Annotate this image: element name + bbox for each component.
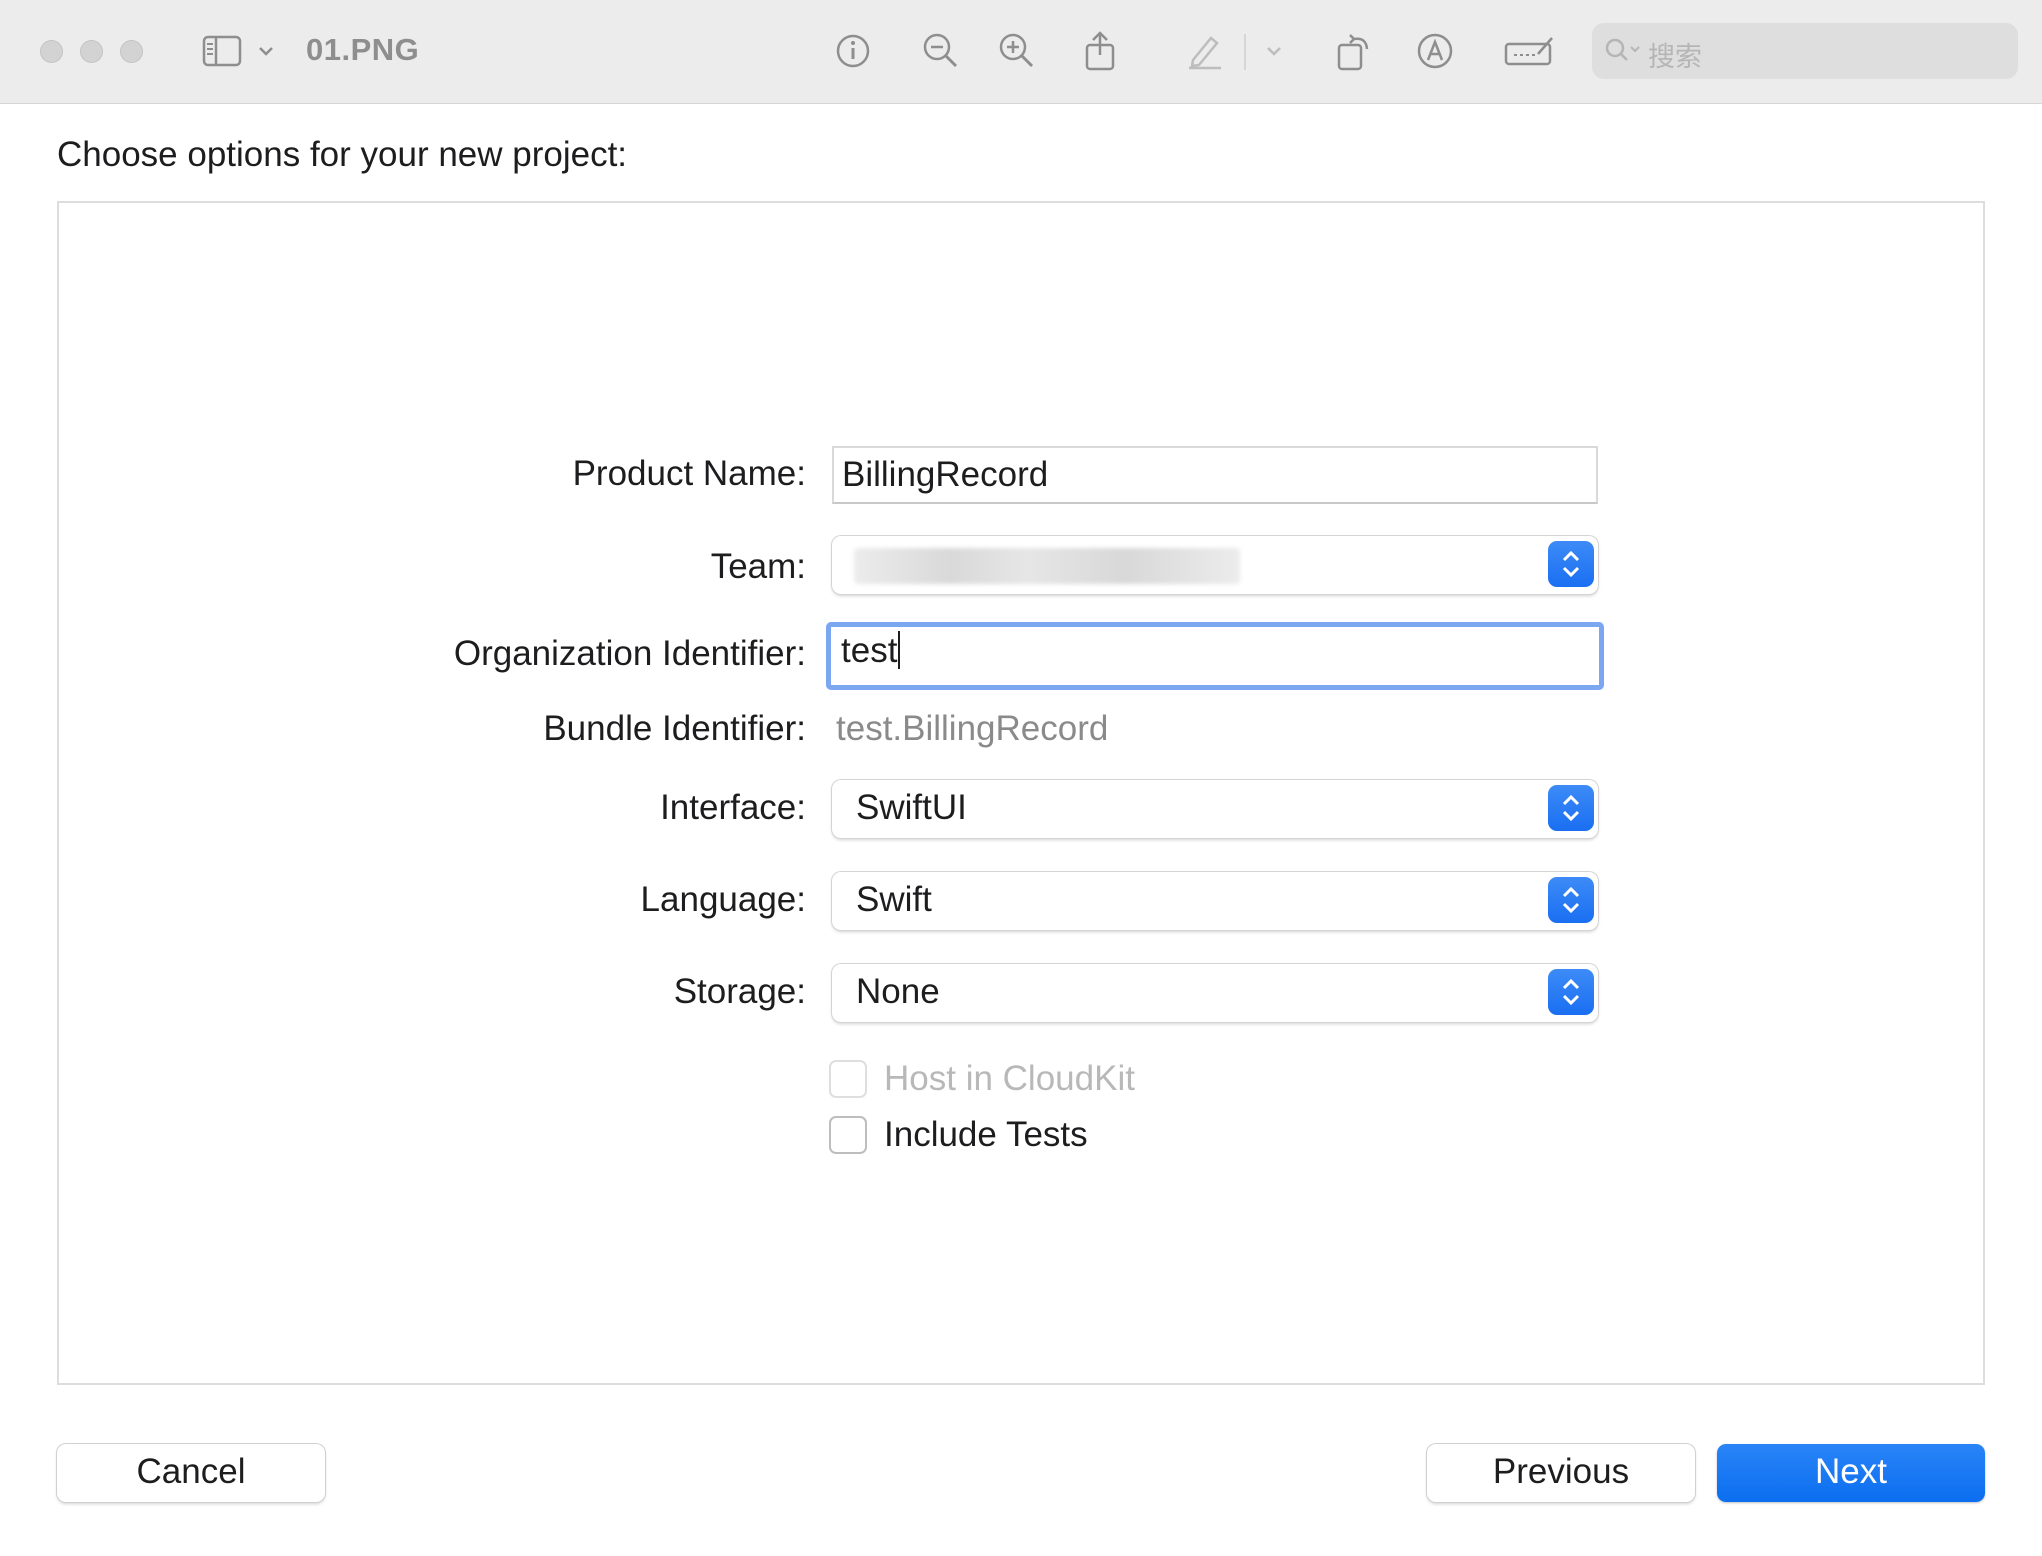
team-stepper-icon [1548, 541, 1594, 587]
markup-options-chevron-icon[interactable] [1262, 28, 1286, 74]
close-window-button[interactable] [40, 40, 63, 63]
language-popup[interactable]: Swift [832, 872, 1598, 930]
storage-label: Storage: [673, 972, 806, 1011]
next-button[interactable]: Next [1717, 1444, 1985, 1502]
interface-label: Interface: [660, 788, 806, 827]
interface-value: SwiftUI [856, 788, 967, 827]
team-popup[interactable] [832, 536, 1598, 594]
host-in-cloudkit-checkbox[interactable] [829, 1060, 867, 1098]
organization-identifier-value: test [841, 631, 898, 670]
previous-button[interactable]: Previous [1427, 1444, 1695, 1502]
page-title: Choose options for your new project: [57, 135, 628, 174]
language-label: Language: [640, 880, 806, 919]
toolbar-divider [1244, 34, 1246, 70]
search-icon [1604, 37, 1644, 72]
storage-stepper-icon [1548, 969, 1594, 1015]
include-tests-checkbox[interactable] [829, 1116, 867, 1154]
team-label: Team: [710, 547, 806, 586]
search-field[interactable]: 搜索 [1592, 23, 2018, 79]
text-caret [898, 630, 901, 669]
host-in-cloudkit-label: Host in CloudKit [884, 1059, 1135, 1098]
minimize-window-button[interactable] [80, 40, 103, 63]
search-placeholder: 搜索 [1648, 42, 1702, 72]
storage-value: None [856, 972, 940, 1011]
cancel-button[interactable]: Cancel [57, 1444, 325, 1502]
bundle-identifier-value: test.BillingRecord [836, 709, 1109, 748]
zoom-in-icon[interactable] [996, 28, 1038, 74]
window-titlebar: 01.PNG 搜索 [0, 0, 2042, 104]
zoom-window-button[interactable] [120, 40, 143, 63]
interface-stepper-icon [1548, 785, 1594, 831]
storage-popup[interactable]: None [832, 964, 1598, 1022]
include-tests-label: Include Tests [884, 1115, 1088, 1154]
new-project-sheet: Choose options for your new project: Pro… [0, 104, 2042, 1556]
organization-identifier-label: Organization Identifier: [453, 634, 806, 673]
language-stepper-icon [1548, 877, 1594, 923]
document-title: 01.PNG [306, 32, 420, 67]
interface-popup[interactable]: SwiftUI [832, 780, 1598, 838]
bundle-identifier-label: Bundle Identifier: [543, 709, 806, 748]
zoom-out-icon[interactable] [920, 28, 962, 74]
signature-icon[interactable] [1504, 28, 1556, 74]
share-icon[interactable] [1080, 28, 1120, 74]
team-value-redacted [854, 548, 1240, 584]
product-name-value: BillingRecord [842, 455, 1049, 494]
chevron-down-icon[interactable] [254, 28, 278, 74]
product-name-label: Product Name: [572, 454, 806, 493]
annotate-icon[interactable] [1414, 28, 1456, 74]
info-icon[interactable] [832, 28, 874, 74]
markup-pencil-icon[interactable] [1182, 28, 1228, 74]
organization-identifier-field[interactable]: test [826, 622, 1604, 690]
language-value: Swift [856, 880, 932, 919]
rotate-icon[interactable] [1334, 28, 1374, 74]
product-name-field[interactable]: BillingRecord [832, 446, 1598, 504]
sidebar-toggle-icon[interactable] [200, 28, 244, 74]
